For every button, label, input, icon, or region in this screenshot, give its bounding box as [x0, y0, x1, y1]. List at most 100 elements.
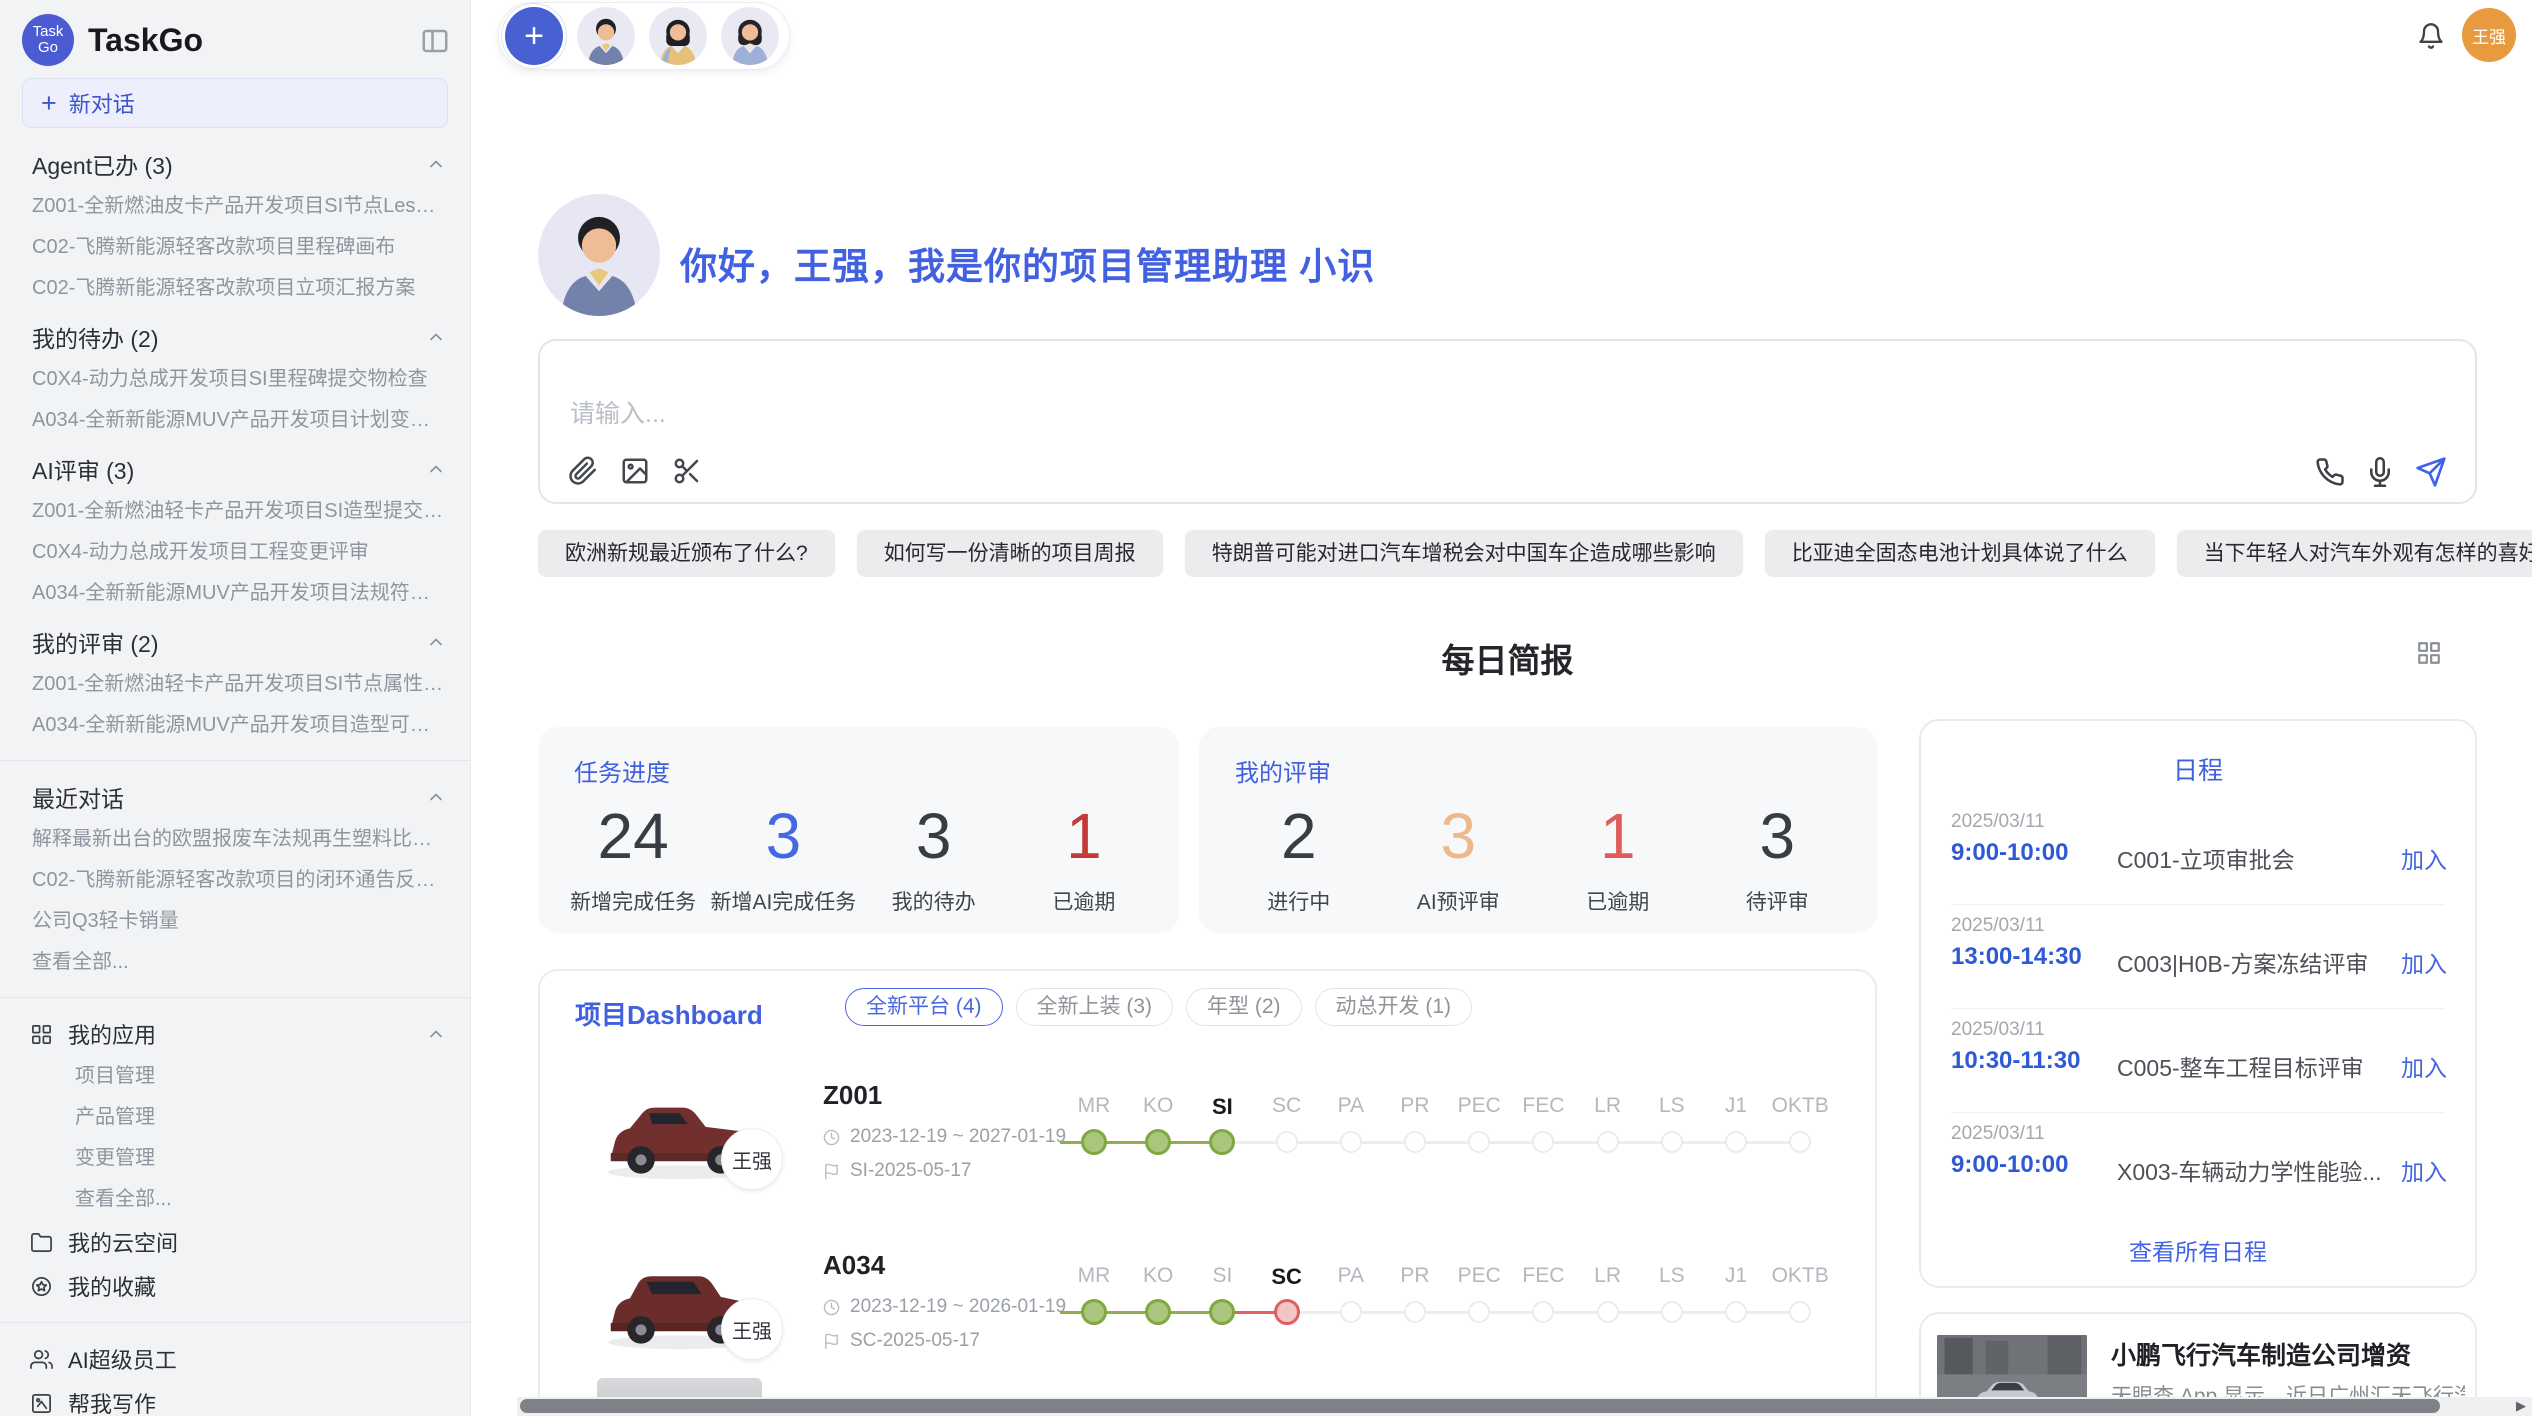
milestone-dot-sc[interactable] [1274, 1299, 1300, 1325]
conversation-item[interactable]: Z001-全新燃油轻卡产品开发项目SI节点属性5D文件评审 [0, 664, 470, 705]
milestone-dot-pec[interactable] [1468, 1131, 1490, 1153]
conversation-item[interactable]: Z001-全新燃油轻卡产品开发项目SI造型提交物评审 [0, 491, 470, 532]
milestone-dot-si[interactable] [1209, 1299, 1235, 1325]
section-header-agent-done[interactable]: Agent已办 (3) [0, 142, 470, 186]
project-row[interactable]: 王强 Z001 2023-12-19 ~ 2027-01-19 SI-2025-… [540, 1068, 1875, 1218]
view-all-conversations-link[interactable]: 查看全部... [0, 942, 470, 983]
image-icon[interactable] [620, 456, 650, 486]
milestone-label-fec: FEC [1522, 1094, 1564, 1118]
sidebar-item-my-cloud[interactable]: 我的云空间 [0, 1220, 470, 1264]
milestone-dot-fec[interactable] [1532, 1301, 1554, 1323]
view-all-apps-link[interactable]: 查看全部... [0, 1179, 470, 1220]
milestone-dot-ko[interactable] [1145, 1129, 1171, 1155]
sidebar-item-my-favorites[interactable]: 我的收藏 [0, 1264, 470, 1308]
send-icon[interactable] [2415, 456, 2447, 488]
join-meeting-link[interactable]: 加入 [2401, 1049, 2447, 1083]
chevron-up-icon[interactable] [426, 787, 446, 807]
milestone-dot-si[interactable] [1209, 1129, 1235, 1155]
milestone-dot-fec[interactable] [1532, 1131, 1554, 1153]
section-header-recent[interactable]: 最近对话 [0, 775, 470, 819]
suggestion-chip[interactable]: 欧洲新规最近颁布了什么? [538, 530, 835, 577]
project-row[interactable]: 王强 A034 2023-12-19 ~ 2026-01-19 SC-2025-… [540, 1238, 1875, 1388]
app-item-project-mgmt[interactable]: 项目管理 [0, 1056, 470, 1097]
milestone-dot-mr[interactable] [1081, 1129, 1107, 1155]
conversation-item[interactable]: A034-全新新能源MUV产品开发项目法规符合性评审 [0, 573, 470, 614]
view-all-schedule-link[interactable]: 查看所有日程 [1921, 1233, 2475, 1267]
phone-icon[interactable] [2315, 457, 2345, 487]
milestone-dot-lr[interactable] [1597, 1301, 1619, 1323]
conversation-item[interactable]: C02-飞腾新能源轻客改款项目里程碑画布 [0, 227, 470, 268]
milestone-dot-j1[interactable] [1725, 1301, 1747, 1323]
user-avatar[interactable]: 王强 [2462, 8, 2516, 62]
new-chat-button[interactable]: + 新对话 [22, 78, 448, 128]
suggestion-chip[interactable]: 特朗普可能对进口汽车增税会对中国车企造成哪些影响 [1185, 530, 1743, 577]
milestone-dot-j1[interactable] [1725, 1131, 1747, 1153]
join-meeting-link[interactable]: 加入 [2401, 841, 2447, 875]
milestone-dot-sc[interactable] [1276, 1131, 1298, 1153]
milestone-dot-pa[interactable] [1340, 1131, 1362, 1153]
conversation-item[interactable]: A034-全新新能源MUV产品开发项目造型可行性评审 [0, 705, 470, 746]
join-meeting-link[interactable]: 加入 [2401, 945, 2447, 979]
schedule-item: 2025/03/11 13:00-14:30 C003|H0B-方案冻结评审 加… [1921, 915, 2475, 985]
daily-briefing-title: 每日简报 [538, 634, 2477, 682]
tab-powertrain[interactable]: 动总开发 (1) [1315, 988, 1473, 1026]
suggestion-chip[interactable]: 比亚迪全固态电池计划具体说了什么 [1765, 530, 2155, 577]
milestone-dot-ls[interactable] [1661, 1131, 1683, 1153]
section-header-my-todo[interactable]: 我的待办 (2) [0, 315, 470, 359]
suggestion-chip[interactable]: 如何写一份清晰的项目周报 [857, 530, 1163, 577]
sidebar-collapse-icon[interactable] [420, 26, 450, 61]
conversation-item[interactable]: C02-飞腾新能源轻客改款项目立项汇报方案 [0, 268, 470, 309]
scrollbar-right-arrow[interactable]: ▶ [2516, 1398, 2526, 1414]
conversation-item[interactable]: Z001-全新燃油皮卡产品开发项目SI节点Lesson Learn报告 [0, 186, 470, 227]
sidebar-item-ai-super-staff[interactable]: AI超级员工 [0, 1337, 470, 1381]
milestone-dot-oktb[interactable] [1789, 1301, 1811, 1323]
section-header-ai-review[interactable]: AI评审 (3) [0, 447, 470, 491]
app-item-change-mgmt[interactable]: 变更管理 [0, 1138, 470, 1179]
milestone-dot-pr[interactable] [1404, 1301, 1426, 1323]
tab-new-platform[interactable]: 全新平台 (4) [845, 988, 1003, 1026]
tab-model-year[interactable]: 年型 (2) [1186, 988, 1302, 1026]
scissors-icon[interactable] [672, 456, 702, 486]
conversation-item[interactable]: A034-全新新能源MUV产品开发项目计划变更表编写 [0, 400, 470, 441]
paperclip-icon[interactable] [568, 456, 598, 486]
chevron-up-icon[interactable] [426, 632, 446, 652]
logo-line-1: Task [33, 24, 64, 40]
chevron-up-icon[interactable] [426, 327, 446, 347]
avatar[interactable] [577, 7, 635, 65]
app-item-product-mgmt[interactable]: 产品管理 [0, 1097, 470, 1138]
milestone-dot-ls[interactable] [1661, 1301, 1683, 1323]
conversation-item[interactable]: C0X4-动力总成开发项目工程变更评审 [0, 532, 470, 573]
milestone-dot-mr[interactable] [1081, 1299, 1107, 1325]
add-session-button[interactable]: + [505, 7, 563, 65]
avatar[interactable] [649, 7, 707, 65]
milestone-strip: MRKOSISCPAPRPECFECLRLSJ1OKTB [1060, 1076, 1870, 1196]
notifications-bell-icon[interactable] [2417, 22, 2445, 55]
milestone-dot-pa[interactable] [1340, 1301, 1362, 1323]
sidebar-item-help-me-write[interactable]: 帮我写作 [0, 1381, 470, 1416]
milestone-dot-ko[interactable] [1145, 1299, 1171, 1325]
project-dashboard-card: 项目Dashboard 全新平台 (4) 全新上装 (3) 年型 (2) 动总开… [538, 969, 1877, 1416]
sidebar-item-my-apps[interactable]: 我的应用 [0, 1012, 470, 1056]
stat-value: 3 [1379, 803, 1539, 870]
join-meeting-link[interactable]: 加入 [2401, 1153, 2447, 1187]
recent-conversation-item[interactable]: 公司Q3轻卡销量 [0, 901, 470, 942]
microphone-icon[interactable] [2365, 457, 2395, 487]
scrollbar-thumb[interactable] [520, 1399, 2440, 1413]
chevron-up-icon[interactable] [426, 459, 446, 479]
section-header-my-review[interactable]: 我的评审 (2) [0, 620, 470, 664]
conversation-item[interactable]: C0X4-动力总成开发项目SI里程碑提交物检查 [0, 359, 470, 400]
avatar[interactable] [721, 7, 779, 65]
milestone-dot-pr[interactable] [1404, 1131, 1426, 1153]
layout-grid-icon[interactable] [2416, 640, 2442, 671]
tab-new-body[interactable]: 全新上装 (3) [1016, 988, 1174, 1026]
chevron-up-icon[interactable] [426, 154, 446, 174]
milestone-dot-oktb[interactable] [1789, 1131, 1811, 1153]
recent-conversation-item[interactable]: C02-飞腾新能源轻客改款项目的闭环通告反馈情况 [0, 860, 470, 901]
stat-value: 3 [859, 803, 1009, 870]
suggestion-chip[interactable]: 当下年轻人对汽车外观有怎样的喜好趋势 [2177, 530, 2532, 577]
recent-conversation-item[interactable]: 解释最新出台的欧盟报废车法规再生塑料比例被调至15%... [0, 819, 470, 860]
milestone-dot-pec[interactable] [1468, 1301, 1490, 1323]
milestone-dot-lr[interactable] [1597, 1131, 1619, 1153]
chevron-up-icon[interactable] [426, 1024, 446, 1044]
chat-input[interactable] [568, 399, 1672, 430]
